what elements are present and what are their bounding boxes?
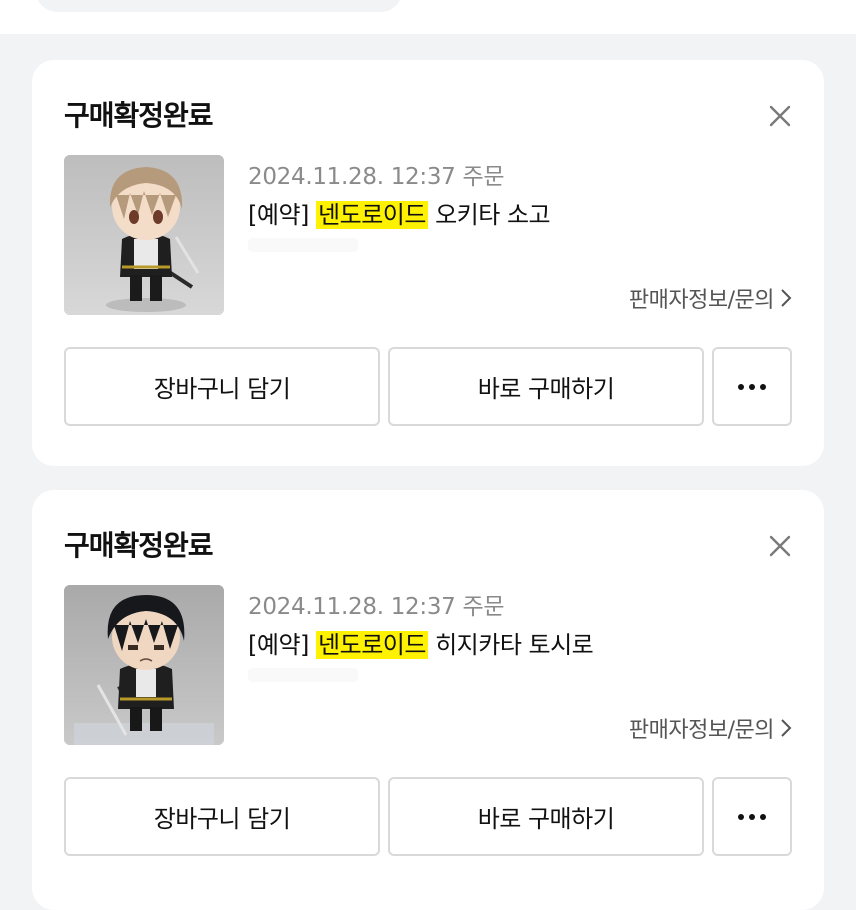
seller-info-link[interactable]: 판매자정보/문의: [629, 712, 792, 744]
order-status: 구매확정완료: [64, 529, 214, 562]
add-to-cart-button[interactable]: 장바구니 담기: [64, 347, 380, 426]
buy-now-button[interactable]: 바로 구매하기: [388, 777, 704, 856]
seller-info-label: 판매자정보/문의: [628, 718, 775, 743]
more-options-button[interactable]: [712, 347, 792, 426]
top-pill-button[interactable]: [36, 0, 402, 12]
chevron-right-icon: [781, 289, 792, 307]
chevron-right-icon: [781, 719, 792, 737]
close-icon[interactable]: [766, 532, 794, 560]
order-card: 구매확정완료: [32, 490, 824, 910]
order-date: 2024.11.28. 12:37 주문: [248, 594, 505, 620]
seller-info-link[interactable]: 판매자정보/문의: [629, 282, 792, 314]
product-image[interactable]: [64, 585, 224, 745]
buy-now-button[interactable]: 바로 구매하기: [388, 347, 704, 426]
order-card: 구매확정완료: [32, 60, 824, 466]
faint-option-text: [248, 668, 358, 682]
more-horizontal-icon: [738, 383, 766, 390]
seller-info-label: 판매자정보/문의: [628, 288, 775, 313]
close-icon[interactable]: [766, 102, 794, 130]
title-rest: 히지카타 토시로: [435, 631, 594, 659]
add-to-cart-button[interactable]: 장바구니 담기: [64, 777, 380, 856]
title-highlight: 넨도로이드: [316, 201, 428, 229]
faint-option-text: [248, 238, 358, 252]
title-prefix: [예약]: [248, 631, 309, 659]
product-title[interactable]: [예약] 넨도로이드 오키타 소고: [248, 195, 551, 230]
top-area: [0, 0, 856, 34]
order-date: 2024.11.28. 12:37 주문: [248, 164, 505, 190]
title-rest: 오키타 소고: [435, 201, 551, 229]
order-status: 구매확정완료: [64, 99, 214, 132]
more-options-button[interactable]: [712, 777, 792, 856]
product-title[interactable]: [예약] 넨도로이드 히지카타 토시로: [248, 625, 594, 660]
more-horizontal-icon: [738, 813, 766, 820]
product-image[interactable]: [64, 155, 224, 315]
title-prefix: [예약]: [248, 201, 309, 229]
title-highlight: 넨도로이드: [316, 631, 428, 659]
